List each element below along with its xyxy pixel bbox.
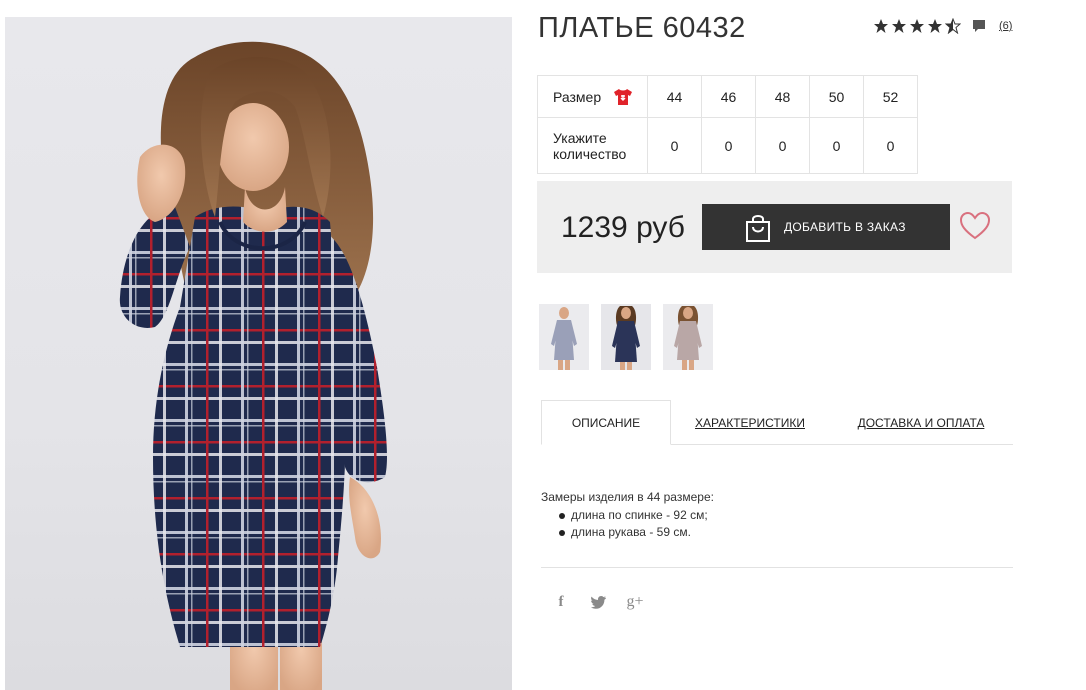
tab-delivery-payment[interactable]: ДОСТАВКА И ОПЛАТА <box>846 400 996 445</box>
size-option-48[interactable]: 48 <box>755 75 810 118</box>
qty-label: Укажите количество <box>553 129 627 162</box>
product-tabs: ОПИСАНИЕ ХАРАКТЕРИСТИКИ ДОСТАВКА И ОПЛАТ… <box>541 400 1013 445</box>
twitter-icon[interactable] <box>588 592 608 612</box>
description-list: длина по спинке - 92 см; длина рукава - … <box>559 507 714 541</box>
review-count-link[interactable]: (6) <box>999 20 1012 32</box>
google-plus-icon[interactable]: g+ <box>625 592 645 612</box>
shopping-bag-icon <box>746 215 770 242</box>
tab-delivery-payment-label: ДОСТАВКА И ОПЛАТА <box>857 415 985 430</box>
tshirt-size-icon[interactable] <box>613 88 633 106</box>
qty-input-52[interactable]: 0 <box>863 117 918 174</box>
star-full-icon <box>892 19 906 33</box>
product-thumbnail-1[interactable] <box>539 304 589 370</box>
qty-input-44[interactable]: 0 <box>647 117 702 174</box>
product-main-image[interactable] <box>5 17 512 690</box>
comment-icon <box>973 20 985 32</box>
qty-input-46[interactable]: 0 <box>701 117 756 174</box>
facebook-icon[interactable]: f <box>551 592 571 612</box>
star-full-icon <box>874 19 888 33</box>
qty-input-50[interactable]: 0 <box>809 117 864 174</box>
size-option-50[interactable]: 50 <box>809 75 864 118</box>
star-full-icon <box>928 19 942 33</box>
star-half-icon <box>945 18 961 34</box>
divider <box>541 567 1013 568</box>
tab-characteristics[interactable]: ХАРАКТЕРИСТИКИ <box>686 400 814 445</box>
list-item: длина рукава - 59 см. <box>559 524 714 541</box>
tab-characteristics-label: ХАРАКТЕРИСТИКИ <box>694 415 805 430</box>
description-panel: Замеры изделия в 44 размере: длина по сп… <box>541 488 714 541</box>
tab-description[interactable]: ОПИСАНИЕ <box>541 400 671 445</box>
product-thumbnail-2[interactable] <box>601 304 651 370</box>
size-option-44[interactable]: 44 <box>647 75 702 118</box>
size-quantity-table: Размер 44 46 48 50 52 Укажите количество… <box>537 75 918 174</box>
tab-description-label: ОПИСАНИЕ <box>571 415 641 430</box>
qty-input-48[interactable]: 0 <box>755 117 810 174</box>
size-option-46[interactable]: 46 <box>701 75 756 118</box>
heart-icon[interactable] <box>960 212 990 240</box>
size-option-52[interactable]: 52 <box>863 75 918 118</box>
size-label: Размер <box>553 88 602 105</box>
product-rating[interactable]: (6) <box>873 18 1012 34</box>
description-intro: Замеры изделия в 44 размере: <box>541 490 714 504</box>
product-price: 1239 руб <box>561 211 685 244</box>
price-panel: 1239 руб ДОБАВИТЬ В ЗАКАЗ <box>537 181 1012 273</box>
add-to-order-label: ДОБАВИТЬ В ЗАКАЗ <box>784 220 906 234</box>
star-full-icon <box>910 19 924 33</box>
product-thumbnail-3[interactable] <box>663 304 713 370</box>
product-title: ПЛАТЬЕ 60432 <box>538 12 746 44</box>
add-to-order-button[interactable]: ДОБАВИТЬ В ЗАКАЗ <box>702 204 950 250</box>
size-row-label: Размер <box>537 75 648 118</box>
qty-row-label: Укажите количество <box>537 117 648 174</box>
product-page: ПЛАТЬЕ 60432 (6) Размер 44 46 48 50 52 У… <box>0 0 1086 690</box>
list-item: длина по спинке - 92 см; <box>559 507 714 524</box>
